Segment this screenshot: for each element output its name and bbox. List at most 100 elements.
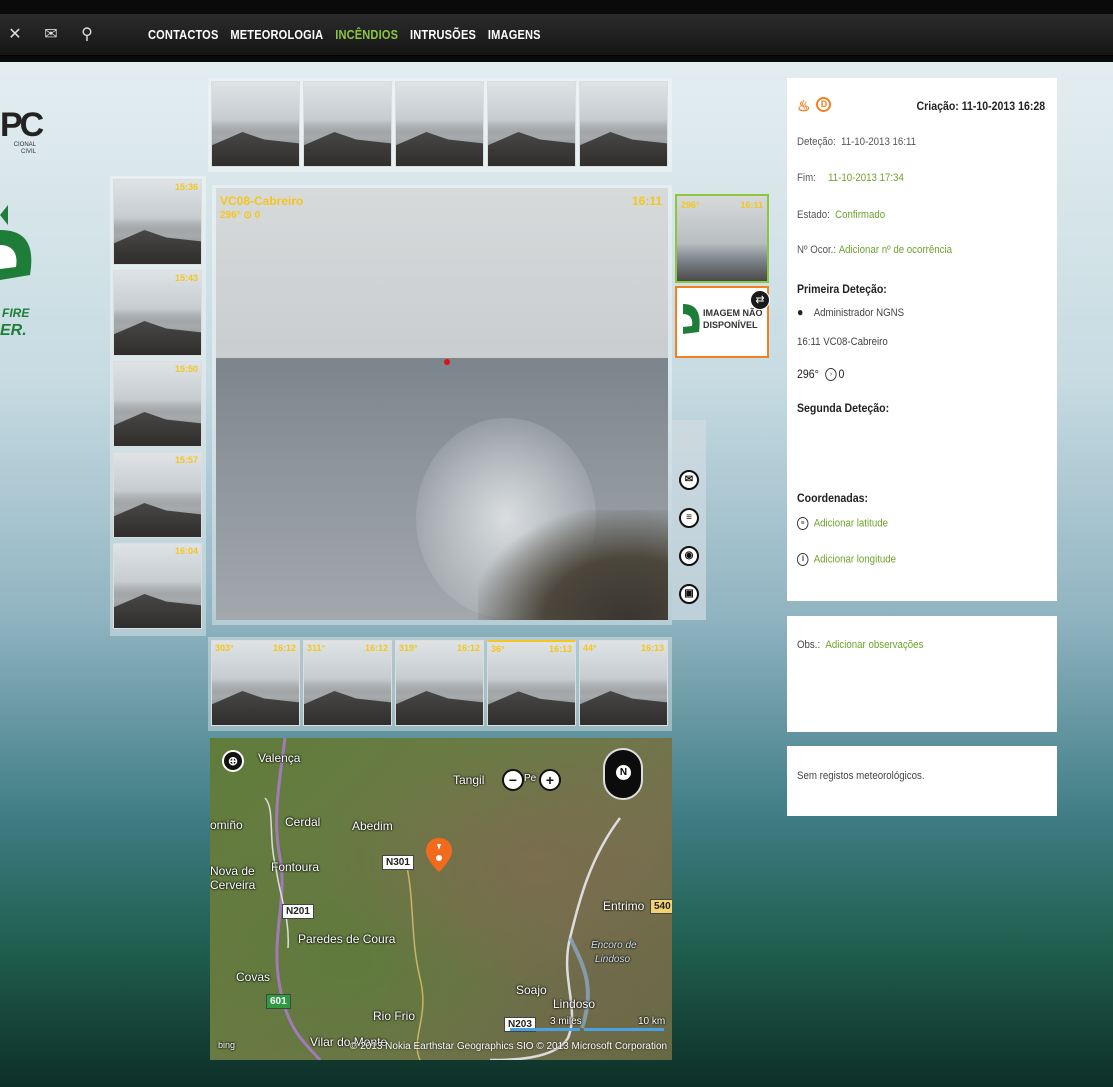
foreground-vegetation <box>478 510 668 620</box>
detection-value: 11-10-2013 16:11 <box>841 136 917 148</box>
gallery-icon[interactable]: ▣ <box>679 584 699 604</box>
first-detection-title: Primeira Deteção: <box>797 282 887 296</box>
map-label: Tangil <box>453 773 485 787</box>
weather-panel: Sem registos meteorológicos. <box>787 746 1057 816</box>
email-icon[interactable]: ✉ <box>679 470 699 490</box>
map-label: Fontoura <box>271 860 320 874</box>
tools-icon[interactable]: ✕ <box>6 26 24 44</box>
report-icon[interactable]: ≡ <box>679 508 699 528</box>
map-label: Cerveira <box>210 878 256 892</box>
menu-item-imagens[interactable]: IMAGENS <box>488 27 541 42</box>
creation-date: Criação: 11-10-2013 16:28 <box>916 99 1045 113</box>
map-compass[interactable]: N <box>603 748 643 800</box>
location-map[interactable]: ⊕ − Pe + N Valença Tangil Cerdal Abedim … <box>210 738 672 1060</box>
end-value: 11-10-2013 17:34 <box>828 172 904 184</box>
thumbnail-bottom-3[interactable]: 319° 16:12 <box>395 640 484 726</box>
status-icons: ♨ D <box>797 97 832 115</box>
menu-item-incendios[interactable]: INCÊNDIOS <box>335 27 398 42</box>
map-attribution: © 2013 Nokia Earthstar Geographics SIO ©… <box>350 1041 668 1052</box>
logo-pc-text: PC <box>0 106 44 144</box>
thumbnail-top-4[interactable] <box>487 81 576 167</box>
occurrence-label: Nº Ocor.: <box>797 244 837 256</box>
state-row: Estado: Confirmado <box>797 209 885 221</box>
view-icon[interactable]: ◉ <box>679 546 699 566</box>
bing-logo: bing <box>218 1040 236 1050</box>
thumbnail-left-3[interactable]: 15:50 <box>113 361 202 447</box>
thumb-time: 15:43 <box>174 273 198 283</box>
thumbnail-bottom-2[interactable]: 311° 16:12 <box>303 640 392 726</box>
nav-bar: ✕ ✉ ⚲ CONTACTOS METEOROLOGIA INCÊNDIOS I… <box>0 14 1113 56</box>
map-zoom-label: Pe <box>524 773 537 784</box>
state-value[interactable]: Confirmado <box>835 209 885 221</box>
thumbnail-bottom-4[interactable]: 36° 16:13 <box>487 640 576 726</box>
protecao-civil-logo: PC CIONAL CIVIL <box>0 106 44 178</box>
edit-icon[interactable]: ✎ <box>679 430 699 450</box>
compass-north-icon: N <box>616 765 631 780</box>
thumb-angle: 296° <box>681 200 700 210</box>
detection-zoom: 0 <box>838 367 845 381</box>
scale-bar-km <box>584 1028 664 1031</box>
menu-item-contactos[interactable]: CONTACTOS <box>148 27 218 42</box>
thumbnail-top-2[interactable] <box>303 81 392 167</box>
menu-item-meteorologia[interactable]: METEOROLOGIA <box>230 27 323 42</box>
thumb-angle: 36° <box>491 644 505 654</box>
fire-info-panel: ♨ D Criação: 11-10-2013 16:28 Deteção: 11… <box>787 78 1057 601</box>
fire-location-pin-icon[interactable] <box>426 838 452 872</box>
occurrence-row: Nº Ocor.: Adicionar nº de ocorrência <box>797 244 952 256</box>
mail-icon[interactable]: ✉ <box>42 26 60 44</box>
thumb-time: 16:13 <box>640 643 664 653</box>
road-shield: N201 <box>282 904 314 919</box>
map-label: omiño <box>210 818 243 832</box>
thumbnail-bottom-5[interactable]: 44° 16:13 <box>579 640 668 726</box>
detection-marker[interactable] <box>444 359 450 365</box>
main-camera-image[interactable]: VC08-Cabreiro 296° ⊙ 0 16:11 <box>216 188 668 620</box>
add-occurrence-link[interactable]: Adicionar nº de ocorrência <box>839 244 952 256</box>
image-toolbar: ✎ ✉ ≡ ◉ ▣ <box>672 420 706 620</box>
fire-icon: ♨ <box>797 98 811 115</box>
zoom-icon: › <box>825 368 837 382</box>
menu-item-intrusoes[interactable]: INTRUSÕES <box>410 27 476 42</box>
thumb-time: 16:12 <box>272 643 296 653</box>
longitude-icon: ‖ <box>797 553 809 566</box>
detection-status-icon: D <box>816 97 832 112</box>
user-row: ● Administrador NGNS <box>797 305 904 319</box>
thumbnail-top-1[interactable] <box>211 81 300 167</box>
end-label: Fim: <box>797 172 816 184</box>
link-icon[interactable]: ⇄ <box>750 290 770 310</box>
top-bar: ✕ ✉ ⚲ CONTACTOS METEOROLOGIA INCÊNDIOS I… <box>0 0 1113 62</box>
thumbnail-top-3[interactable] <box>395 81 484 167</box>
add-longitude-link[interactable]: Adicionar longitude <box>814 553 896 565</box>
thumbnail-left-5[interactable]: 16:04 <box>113 543 202 629</box>
thumb-angle: 311° <box>307 643 326 653</box>
map-label: Encoro de <box>591 940 637 951</box>
thumb-time: 16:12 <box>456 643 480 653</box>
main-menu: CONTACTOS METEOROLOGIA INCÊNDIOS INTRUSÕ… <box>148 27 541 42</box>
zoom-in-button[interactable]: + <box>539 769 561 791</box>
no-image-line1: IMAGEM NÃO <box>703 308 763 318</box>
second-detection-title: Segunda Deteção: <box>797 401 890 415</box>
map-label: Abedim <box>352 819 393 833</box>
thumb-time: 16:13 <box>548 644 572 654</box>
nav-icons: ✕ ✉ ⚲ <box>6 26 96 44</box>
map-label: Valença <box>258 751 301 765</box>
add-observations-link[interactable]: Adicionar observações <box>825 639 923 651</box>
observations-label: Obs.: <box>797 639 821 651</box>
map-label: Lindoso <box>553 997 596 1011</box>
thumbnail-bottom-1[interactable]: 303° 16:12 <box>211 640 300 726</box>
main-image-camera: VC08-Cabreiro <box>220 194 304 208</box>
detection-user: Administrador NGNS <box>813 307 905 319</box>
search-icon[interactable]: ⚲ <box>78 26 96 44</box>
selected-detection-thumbnail[interactable]: 296° 16:11 <box>675 194 769 283</box>
thumbnail-left-4[interactable]: 15:57 <box>113 452 202 538</box>
map-label: Soajo <box>516 983 547 997</box>
thumbnail-left-2[interactable]: 15:43 <box>113 270 202 356</box>
map-layers-icon[interactable]: ⊕ <box>222 750 244 772</box>
add-latitude-link[interactable]: Adicionar latitude <box>814 517 888 529</box>
scale-bar-miles <box>510 1028 580 1031</box>
fire-logo-graphic: FIRE ER. <box>0 205 32 339</box>
main-image-zoom: 0 <box>254 210 261 221</box>
thumbnail-left-1[interactable]: 15:36 <box>113 179 202 265</box>
zoom-out-button[interactable]: − <box>502 769 524 791</box>
state-label: Estado: <box>797 209 830 221</box>
thumbnail-top-5[interactable] <box>579 81 668 167</box>
